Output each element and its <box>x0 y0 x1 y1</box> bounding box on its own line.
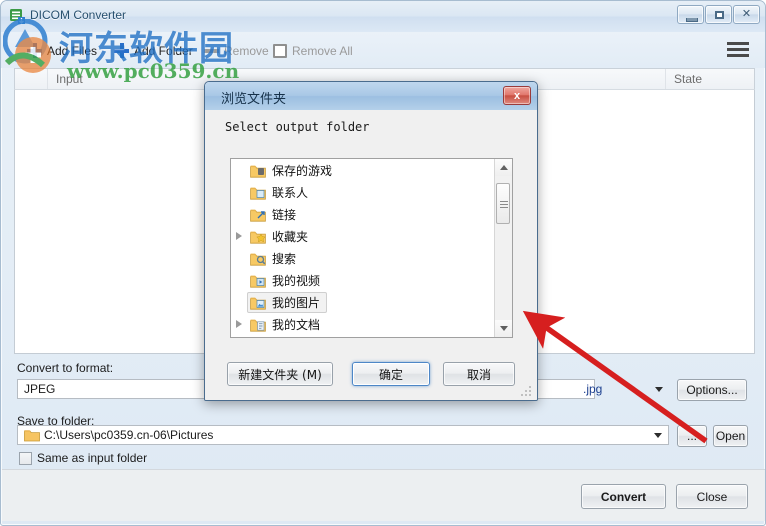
save-folder-select[interactable]: C:\Users\pc0359.cn-06\Pictures <box>17 425 669 445</box>
tree-item[interactable]: 我的文档 <box>231 313 495 335</box>
dialog-prompt: Select output folder <box>225 120 370 134</box>
tree-item[interactable]: 我的图片 <box>231 291 495 313</box>
window-title: DICOM Converter <box>30 8 127 22</box>
tree-item-label: 收藏夹 <box>272 229 309 244</box>
tree-item[interactable]: 联系人 <box>231 181 495 203</box>
plus-icon <box>27 43 42 58</box>
title-bar: DICOM Converter ✕ <box>1 1 765 32</box>
tree-item[interactable]: 收藏夹 <box>231 225 495 247</box>
remove-all-button[interactable]: Remove All <box>273 40 353 61</box>
scroll-up-icon[interactable] <box>495 159 512 176</box>
scroll-down-icon[interactable] <box>495 320 512 337</box>
remove-label: Remove <box>224 43 269 58</box>
folder-icon <box>250 252 266 266</box>
scrollbar-thumb[interactable] <box>496 183 510 224</box>
tree-item[interactable]: 保存的游戏 <box>231 159 495 181</box>
menu-bar-1 <box>727 42 749 45</box>
menu-bar-3 <box>727 54 749 57</box>
extension-select[interactable]: .jpg <box>561 379 669 399</box>
remove-button[interactable]: Remove <box>204 40 269 61</box>
dialog-body: Select output folder 保存的游戏联系人链接收藏夹搜索我的视频… <box>205 110 537 400</box>
convert-button[interactable]: Convert <box>581 484 666 509</box>
column-header-state[interactable]: State <box>665 69 755 89</box>
tree-item-label: 保存的游戏 <box>272 163 333 178</box>
close-app-button[interactable]: Close <box>676 484 748 509</box>
chevron-right-icon[interactable] <box>236 232 242 240</box>
close-icon: ✕ <box>741 8 752 20</box>
tree-item[interactable]: 搜索 <box>231 247 495 269</box>
save-folder-value: C:\Users\pc0359.cn-06\Pictures <box>44 428 214 442</box>
same-as-input-label: Same as input folder <box>37 451 148 465</box>
minimize-button[interactable] <box>677 5 704 24</box>
browse-folder-button[interactable]: ... <box>677 425 707 447</box>
tree-item-label: 搜索 <box>272 251 297 266</box>
chevron-right-icon[interactable] <box>236 320 242 328</box>
minus-icon <box>204 43 219 58</box>
tree-item-label: 链接 <box>272 207 297 222</box>
tree-item-label: 我的文档 <box>272 317 321 332</box>
folder-icon <box>250 274 266 288</box>
folder-icon <box>250 164 266 178</box>
add-folder-button[interactable]: Add Folder <box>114 40 193 61</box>
maximize-button[interactable] <box>705 5 732 24</box>
ok-button[interactable]: 确定 <box>352 362 430 386</box>
checkbox-box <box>19 451 32 465</box>
tree-scrollbar[interactable] <box>494 159 512 337</box>
folder-tree-list: 保存的游戏联系人链接收藏夹搜索我的视频我的图片我的文档 <box>231 159 495 337</box>
maximize-icon <box>715 11 724 19</box>
format-value: JPEG <box>24 382 56 396</box>
app-icon <box>10 9 25 24</box>
browse-folder-dialog: 浏览文件夹 x Select output folder 保存的游戏联系人链接收… <box>204 81 538 401</box>
new-folder-button[interactable]: 新建文件夹 (M) <box>227 362 333 386</box>
chevron-down-icon <box>654 433 662 438</box>
tree-item-label: 我的视频 <box>272 273 321 288</box>
minimize-icon <box>686 18 698 22</box>
cancel-button[interactable]: 取消 <box>443 362 515 386</box>
same-as-input-checkbox[interactable]: Same as input folder <box>19 451 147 465</box>
add-folder-label: Add Folder <box>134 43 193 58</box>
tree-item-label: 我的图片 <box>272 295 321 310</box>
tree-item[interactable]: 链接 <box>231 203 495 225</box>
open-folder-button[interactable]: Open <box>713 425 748 447</box>
dialog-close-button[interactable]: x <box>503 86 531 105</box>
remove-all-label: Remove All <box>292 43 353 58</box>
hamburger-menu-icon[interactable] <box>724 38 752 62</box>
folder-icon <box>24 430 40 442</box>
plus-icon <box>114 43 129 58</box>
add-files-button[interactable]: Add Files <box>27 40 97 61</box>
toolbar: Add Files Add Folder Remove Remove All <box>1 32 765 68</box>
menu-bar-2 <box>727 48 749 51</box>
close-button[interactable]: ✕ <box>733 5 760 24</box>
convert-format-label: Convert to format: <box>17 361 114 375</box>
options-button[interactable]: Options... <box>677 379 747 401</box>
main-window: DICOM Converter ✕ Add Files Add Folder R… <box>0 0 766 526</box>
folder-icon <box>250 208 266 222</box>
folder-tree[interactable]: 保存的游戏联系人链接收藏夹搜索我的视频我的图片我的文档 <box>230 158 513 338</box>
folder-icon <box>250 318 266 332</box>
dialog-title: 浏览文件夹 <box>221 92 287 107</box>
tree-item-label: 联系人 <box>272 185 309 200</box>
extension-value: .jpg <box>583 382 603 396</box>
resize-grip-icon[interactable] <box>520 385 532 397</box>
chevron-down-icon <box>655 387 663 392</box>
folder-icon <box>250 296 266 310</box>
square-icon <box>273 43 287 58</box>
tree-item[interactable]: 我的视频 <box>231 269 495 291</box>
folder-icon <box>250 230 266 244</box>
dialog-title-bar: 浏览文件夹 x <box>205 82 537 110</box>
folder-icon <box>250 186 266 200</box>
add-files-label: Add Files <box>47 43 98 58</box>
